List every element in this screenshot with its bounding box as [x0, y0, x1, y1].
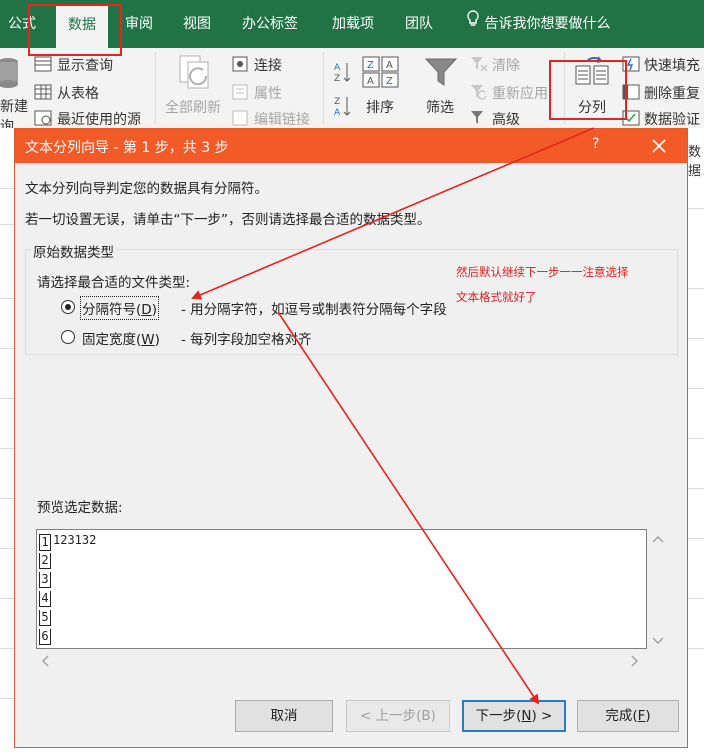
arrow-to-delimited: [191, 127, 595, 300]
arrow-to-next-button: [277, 311, 540, 705]
annotation-arrows: [191, 127, 595, 705]
